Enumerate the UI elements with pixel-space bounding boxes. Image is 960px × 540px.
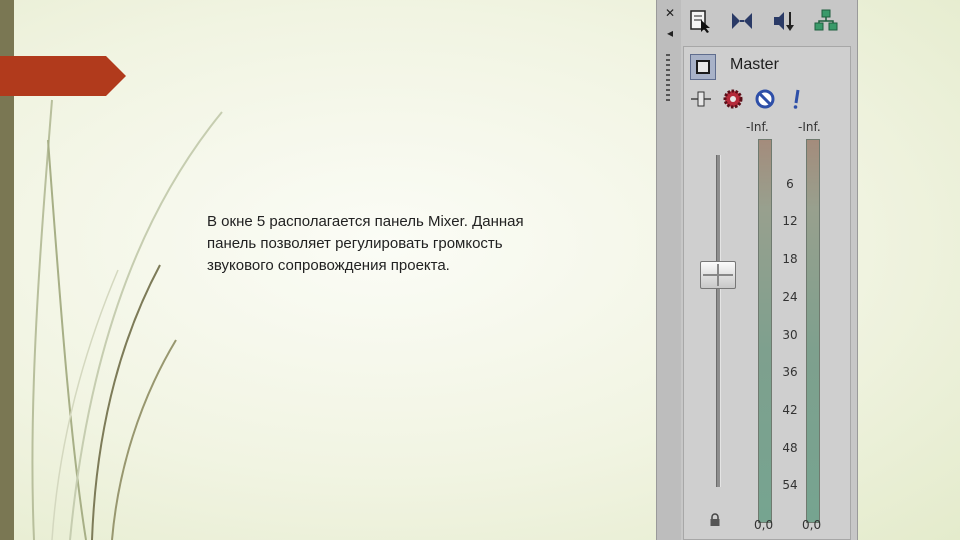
insert-bus-icon[interactable] <box>729 8 755 34</box>
gain-value-left: 0,0 <box>754 518 774 532</box>
routing-icon[interactable] <box>813 8 839 34</box>
master-channel-button[interactable] <box>690 54 716 80</box>
scale-tick: 54 <box>782 478 798 492</box>
text-line-1: В окне 5 располагается панель Mixer. Дан… <box>207 213 524 230</box>
channel-name: Master <box>730 56 779 73</box>
insert-fx-icon[interactable] <box>690 88 712 110</box>
properties-icon[interactable] <box>687 8 713 34</box>
peak-readout-right: -Inf. <box>798 120 821 134</box>
mixer-window: ✕ ◂ Master -Inf. -Inf. 6 12 18 24 30 36 … <box>656 0 858 540</box>
scale-tick: 6 <box>786 177 794 191</box>
lock-icon[interactable] <box>708 513 722 527</box>
mixer-side-strip: ✕ ◂ <box>657 0 681 540</box>
level-meter-left <box>758 139 772 523</box>
pin-icon[interactable]: ◂ <box>664 26 676 40</box>
solo-icon[interactable] <box>786 88 808 110</box>
text-line-3: звукового сопровождения проекта. <box>207 257 450 274</box>
scale-tick: 30 <box>782 328 798 342</box>
scale-tick: 18 <box>782 252 798 266</box>
peak-readout-left: -Inf. <box>746 120 769 134</box>
scale-tick: 24 <box>782 290 798 304</box>
master-channel-strip: Master -Inf. -Inf. 6 12 18 24 30 36 42 4… <box>683 46 851 540</box>
text-line-2: панель позволяет регулировать громкость <box>207 235 503 252</box>
close-icon[interactable]: ✕ <box>664 6 676 20</box>
meter-scale: 6 12 18 24 30 36 42 48 54 <box>774 139 806 523</box>
scale-tick: 36 <box>782 365 798 379</box>
drag-grip-handle[interactable] <box>666 54 670 102</box>
downmix-icon[interactable] <box>771 8 797 34</box>
scale-tick: 42 <box>782 403 798 417</box>
fx-gear-icon[interactable] <box>722 88 744 110</box>
slide-body-text: В окне 5 располагается панель Mixer. Дан… <box>207 211 647 277</box>
volume-fader-track[interactable] <box>716 155 721 487</box>
gain-value-right: 0,0 <box>802 518 822 532</box>
level-meter-right <box>806 139 820 523</box>
mute-icon[interactable] <box>754 88 776 110</box>
scale-tick: 12 <box>782 214 798 228</box>
volume-fader-handle[interactable] <box>700 261 736 289</box>
scale-tick: 48 <box>782 441 798 455</box>
